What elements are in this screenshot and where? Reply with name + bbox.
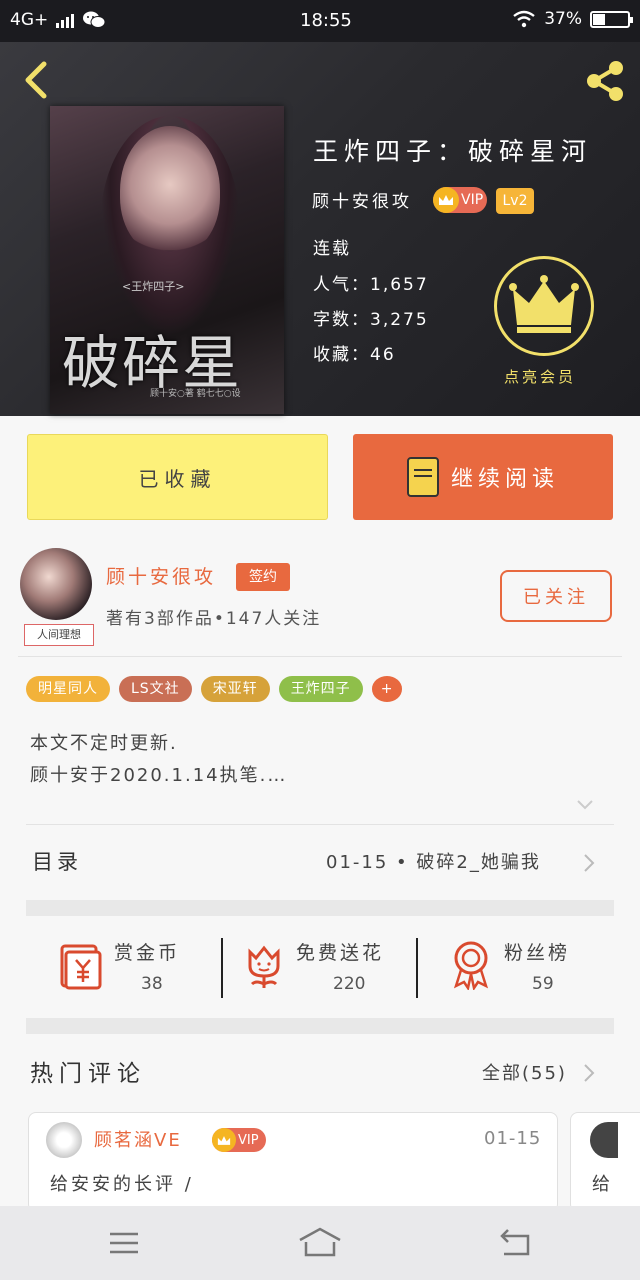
stat-separator (416, 938, 418, 998)
network-label: 4G+ (10, 10, 49, 30)
book-favorites: 收藏：46 (313, 345, 396, 365)
cover-series: <王炸四子> (122, 280, 185, 293)
tag-item[interactable]: LS文社 (119, 676, 192, 702)
follow-button[interactable]: 已关注 (500, 570, 612, 622)
cover-credit: 顾十安○著 鹤七七○设 (150, 389, 241, 399)
chevron-down-icon[interactable] (576, 796, 594, 814)
collected-label: 已收藏 (138, 466, 217, 491)
red-envelope-icon[interactable] (56, 944, 106, 990)
stat-value: 59 (532, 974, 554, 994)
contract-badge: 签约 (236, 563, 290, 591)
collected-button[interactable]: 已收藏 (27, 434, 328, 520)
commenter-name[interactable]: 顾茗涵VE (94, 1126, 182, 1152)
description-line: 顾十安于2020.1.14执笔.… (30, 765, 288, 786)
stat-separator (221, 938, 223, 998)
signal-icon (56, 12, 75, 28)
wechat-icon (83, 11, 106, 28)
stat-label: 赏金币 (114, 942, 181, 964)
battery-label: 37% (544, 9, 582, 29)
author-name[interactable]: 顾十安很攻 (106, 562, 216, 589)
author-avatar[interactable] (20, 548, 92, 620)
back-nav-icon[interactable] (498, 1228, 532, 1258)
system-nav-bar (0, 1206, 640, 1280)
stat-value: 220 (333, 974, 366, 994)
commenter-avatar[interactable] (590, 1122, 618, 1158)
level-badge: Lv2 (496, 188, 534, 214)
vip-label: VIP (461, 192, 484, 208)
hot-comments-heading: 热门评论 (30, 1061, 146, 1087)
description-line: 本文不定时更新. (30, 733, 178, 754)
comment-text: 给 (592, 1174, 610, 1195)
author-stats: 著有3部作品•147人关注 (106, 609, 322, 629)
continue-reading-button[interactable]: 继续阅读 (353, 434, 613, 520)
flower-icon[interactable] (242, 944, 286, 990)
member-label: 点亮会员 (504, 368, 577, 386)
book-title: 王炸四子：破碎星河 (313, 137, 593, 166)
stat-value: 38 (141, 974, 163, 994)
tag-list: 明星同人 LS文社 宋亚轩 王炸四子 + (26, 676, 403, 702)
book-description: 本文不定时更新. 顾十安于2020.1.14执笔.… (30, 728, 287, 792)
chevron-right-icon (584, 1064, 595, 1082)
catalog-label: 目录 (32, 850, 82, 874)
status-bar: 4G+ 18:55 37% (0, 0, 640, 42)
avatar-tag: 人间理想 (24, 624, 94, 646)
vip-badge: VIP (212, 1128, 266, 1152)
menu-icon[interactable] (108, 1230, 140, 1256)
book-icon (406, 457, 439, 497)
crown-icon (212, 1128, 236, 1152)
book-popularity: 人气：1,657 (313, 275, 429, 295)
book-header: <王炸四子> 破碎星河 顾十安○著 鹤七七○设 王炸四子：破碎星河 顾十安很攻 … (0, 42, 640, 416)
book-author[interactable]: 顾十安很攻 (312, 187, 412, 212)
book-status: 连载 (313, 239, 351, 259)
wifi-icon (513, 10, 535, 28)
continue-reading-label: 继续阅读 (450, 467, 559, 492)
cover-face (120, 126, 220, 256)
clock: 18:55 (300, 10, 352, 31)
medal-icon[interactable] (450, 940, 492, 990)
crown-icon (509, 275, 579, 333)
follow-label: 已关注 (523, 587, 589, 608)
chevron-right-icon (584, 854, 595, 872)
stat-label: 粉丝榜 (504, 942, 571, 964)
crown-icon (433, 187, 459, 213)
battery-icon (590, 10, 633, 28)
home-icon[interactable] (298, 1226, 342, 1258)
tag-item[interactable]: 王炸四子 (278, 676, 363, 702)
latest-chapter: 01-15 • 破碎2_她骗我 (326, 852, 541, 873)
commenter-avatar[interactable] (46, 1122, 82, 1158)
section-gap (26, 900, 614, 916)
member-button[interactable] (494, 256, 594, 356)
all-comments-link[interactable]: 全部(55) (482, 1059, 567, 1085)
status-right: 37% (512, 9, 633, 29)
comment-text: 给安安的长评 / (50, 1174, 194, 1195)
back-arrow-icon[interactable] (18, 60, 54, 100)
divider (26, 824, 614, 825)
vip-label: VIP (238, 1132, 259, 1148)
share-icon[interactable] (580, 56, 630, 106)
cover-title: 破碎星河 (62, 329, 243, 414)
add-tag-button[interactable]: + (371, 676, 403, 702)
stat-label: 免费送花 (296, 942, 385, 964)
book-word-count: 字数：3,275 (313, 310, 429, 330)
status-left: 4G+ (10, 10, 106, 30)
tag-item[interactable]: 明星同人 (26, 676, 110, 702)
section-gap (26, 1018, 614, 1034)
vip-badge: VIP (433, 187, 487, 213)
tag-item[interactable]: 宋亚轩 (200, 676, 270, 702)
divider (18, 656, 622, 657)
book-cover[interactable]: <王炸四子> 破碎星河 顾十安○著 鹤七七○设 (50, 106, 284, 414)
comment-date: 01-15 (484, 1128, 542, 1149)
